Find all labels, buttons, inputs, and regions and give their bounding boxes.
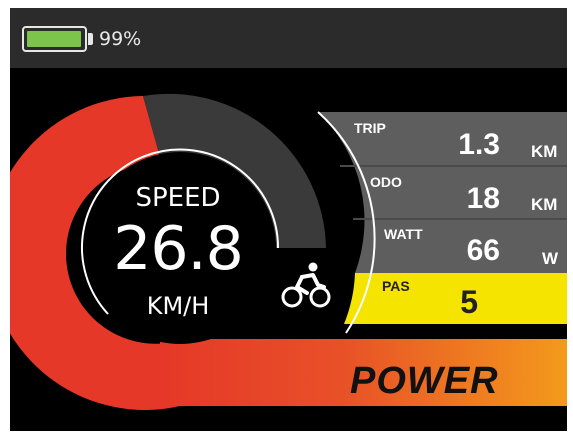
trip-label: TRIP (354, 120, 386, 136)
odo-label: ODO (370, 174, 402, 190)
odo-unit: KM (531, 195, 558, 214)
display-screen: 99% SPEED 26.8 KM/H TRIP 1.3 KM ODO 18 K… (10, 8, 567, 431)
trip-value: 1.3 (458, 128, 500, 161)
odo-value: 18 (466, 182, 500, 215)
speed-unit: KM/H (146, 292, 210, 320)
watt-unit: W (542, 249, 559, 268)
speed-value: 26.8 (113, 214, 244, 284)
pas-value: 5 (460, 284, 478, 320)
bicycle-rider-icon (281, 262, 331, 308)
trip-unit: KM (531, 142, 558, 161)
power-label: POWER (350, 360, 499, 402)
watt-value: 66 (466, 234, 500, 267)
speed-title: SPEED (135, 183, 221, 213)
